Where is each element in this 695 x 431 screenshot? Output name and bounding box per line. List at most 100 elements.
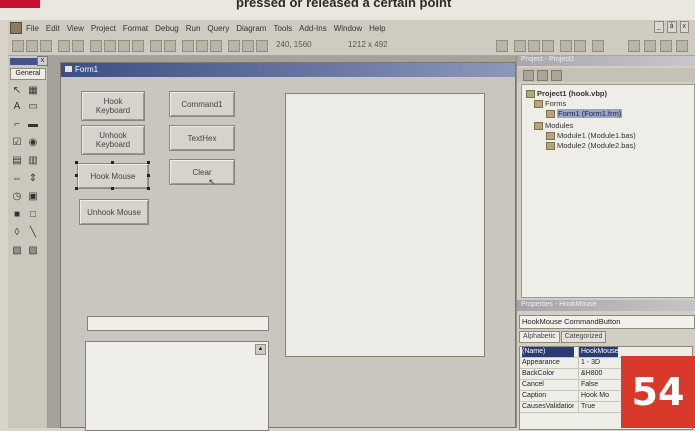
- vscrollbar-icon[interactable]: ⇕: [28, 174, 38, 184]
- toolbox-tab-general[interactable]: General: [10, 68, 46, 80]
- picturebox-icon[interactable]: ▦: [28, 86, 38, 96]
- add-project-icon[interactable]: [12, 40, 24, 52]
- tree-node-module1[interactable]: Module1 (Module1.bas): [546, 131, 636, 141]
- hook-keyboard-button[interactable]: Hook Keyboard: [81, 91, 145, 121]
- find-icon[interactable]: [132, 40, 144, 52]
- tree-node-project[interactable]: Project1 (hook.vbp): [526, 89, 607, 99]
- properties-title: Properties - HookMouse: [521, 301, 597, 308]
- object-browser-icon[interactable]: [256, 40, 268, 52]
- view-object-icon[interactable]: [537, 70, 548, 81]
- checkbox-icon[interactable]: ☑: [12, 138, 22, 148]
- textbox-icon[interactable]: ▭: [28, 102, 38, 112]
- selection-handle[interactable]: [111, 187, 114, 190]
- start-icon[interactable]: [182, 40, 194, 52]
- cut-icon[interactable]: [90, 40, 102, 52]
- menu-diagram[interactable]: Diagram: [236, 24, 266, 33]
- hscrollbar-icon[interactable]: ⇔: [12, 174, 22, 184]
- tree-node-module2[interactable]: Module2 (Module2.bas): [546, 141, 636, 151]
- align-right-icon[interactable]: [542, 40, 554, 52]
- grid-icon[interactable]: [644, 40, 656, 52]
- menu-run[interactable]: Run: [186, 24, 201, 33]
- selection-handle[interactable]: [75, 174, 78, 177]
- picture-box[interactable]: [285, 93, 485, 357]
- menu-add-ins[interactable]: Add-Ins: [299, 24, 327, 33]
- drivelistbox-icon[interactable]: ▣: [28, 192, 38, 202]
- menu-file[interactable]: File: [26, 24, 39, 33]
- dirlistbox-icon[interactable]: ■: [12, 210, 22, 220]
- align-left-icon[interactable]: [514, 40, 526, 52]
- bring-to-front-icon[interactable]: [560, 40, 572, 52]
- redo-icon[interactable]: [164, 40, 176, 52]
- optionbutton-icon[interactable]: ◉: [28, 138, 38, 148]
- project-explorer-icon[interactable]: [228, 40, 240, 52]
- restore-button[interactable]: å: [666, 21, 677, 33]
- view-code-icon[interactable]: [523, 70, 534, 81]
- paste-icon[interactable]: [118, 40, 130, 52]
- combobox-icon[interactable]: ▤: [12, 156, 22, 166]
- save-icon[interactable]: [72, 40, 84, 52]
- data-icon[interactable]: ▨: [28, 246, 38, 256]
- shape-icon[interactable]: ◊: [12, 228, 22, 238]
- menu-editor-icon[interactable]: [40, 40, 52, 52]
- object-selector[interactable]: HookMouse CommandButton: [519, 315, 695, 329]
- tree-node-modules[interactable]: Modules: [534, 121, 573, 131]
- add-form-icon[interactable]: [26, 40, 38, 52]
- menu-view[interactable]: View: [67, 24, 84, 33]
- list-box[interactable]: ▲: [85, 341, 269, 431]
- menu-edit[interactable]: Edit: [46, 24, 60, 33]
- toolbox-close-icon[interactable]: x: [37, 56, 48, 66]
- clear-button[interactable]: Clear: [169, 159, 235, 185]
- listbox-icon[interactable]: ▥: [28, 156, 38, 166]
- vb-app-icon[interactable]: [10, 22, 22, 34]
- texthex-button[interactable]: TextHex: [169, 125, 235, 151]
- menu-help[interactable]: Help: [369, 24, 385, 33]
- menu-format[interactable]: Format: [123, 24, 148, 33]
- tree-node-forms[interactable]: Forms: [534, 99, 566, 109]
- open-icon[interactable]: [58, 40, 70, 52]
- layout-icon[interactable]: [496, 40, 508, 52]
- unhook-mouse-button[interactable]: Unhook Mouse: [79, 199, 149, 225]
- form-title-bar[interactable]: Form1: [61, 63, 515, 77]
- tab-categorized[interactable]: Categorized: [560, 331, 607, 343]
- pointer-icon[interactable]: ↖: [12, 86, 22, 96]
- hook-mouse-button[interactable]: Hook Mouse: [77, 163, 149, 189]
- minimize-button[interactable]: _: [653, 21, 664, 33]
- selection-handle[interactable]: [111, 161, 114, 164]
- menu-debug[interactable]: Debug: [155, 24, 179, 33]
- unhook-keyboard-button[interactable]: Unhook Keyboard: [81, 125, 145, 155]
- undo-icon[interactable]: [150, 40, 162, 52]
- timer-icon[interactable]: ◷: [12, 192, 22, 202]
- center-icon[interactable]: [676, 40, 688, 52]
- format-icon[interactable]: [628, 40, 640, 52]
- menu-project[interactable]: Project: [91, 24, 116, 33]
- tab-alphabetic[interactable]: Alphabetic: [519, 331, 560, 343]
- selection-handle[interactable]: [147, 174, 150, 177]
- selection-handle[interactable]: [147, 161, 150, 164]
- tree-node-form1[interactable]: Form1 (Form1.frm): [546, 109, 623, 119]
- command1-button[interactable]: Command1: [169, 91, 235, 117]
- line-icon[interactable]: ╲: [28, 228, 38, 238]
- menu-window[interactable]: Window: [334, 24, 362, 33]
- align-center-icon[interactable]: [528, 40, 540, 52]
- label-icon[interactable]: A: [12, 102, 22, 112]
- selection-handle[interactable]: [75, 161, 78, 164]
- break-icon[interactable]: [196, 40, 208, 52]
- send-to-back-icon[interactable]: [574, 40, 586, 52]
- properties-window-icon[interactable]: [242, 40, 254, 52]
- end-icon[interactable]: [210, 40, 222, 52]
- filelistbox-icon[interactable]: □: [28, 210, 38, 220]
- frame-icon[interactable]: ⌐: [12, 120, 22, 130]
- close-button[interactable]: x: [679, 21, 689, 33]
- image-icon[interactable]: ▧: [12, 246, 22, 256]
- menu-tools[interactable]: Tools: [273, 24, 292, 33]
- selection-handle[interactable]: [75, 187, 78, 190]
- selection-handle[interactable]: [147, 187, 150, 190]
- commandbutton-icon[interactable]: ▬: [28, 120, 38, 130]
- toggle-folders-icon[interactable]: [551, 70, 562, 81]
- menu-query[interactable]: Query: [207, 24, 229, 33]
- lock-controls-icon[interactable]: [592, 40, 604, 52]
- copy-icon[interactable]: [104, 40, 116, 52]
- text-box[interactable]: [87, 316, 269, 331]
- scroll-up-icon[interactable]: ▲: [255, 344, 266, 355]
- size-to-fit-icon[interactable]: [660, 40, 672, 52]
